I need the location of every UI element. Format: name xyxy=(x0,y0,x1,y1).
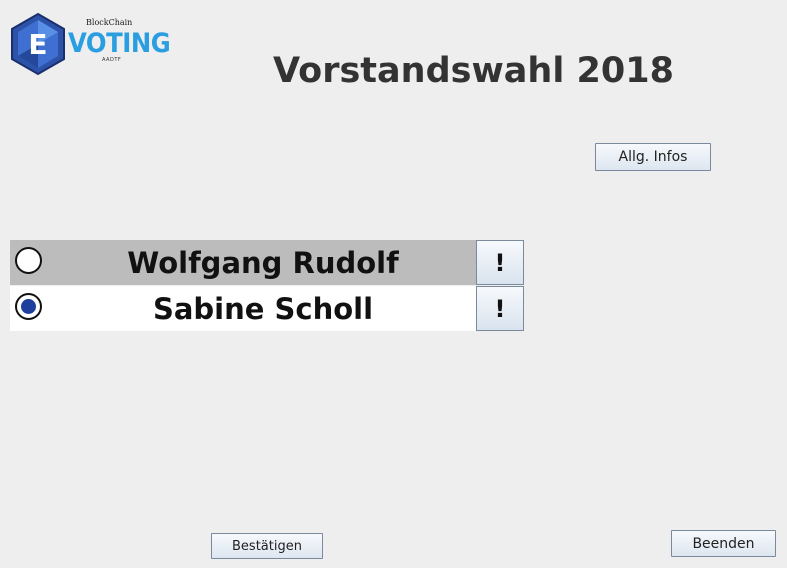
radio-button-unselected[interactable] xyxy=(15,247,42,274)
candidate-name: Wolfgang Rudolf xyxy=(127,245,399,280)
confirm-button[interactable]: Bestätigen xyxy=(211,533,323,559)
general-info-button[interactable]: Allg. Infos xyxy=(595,143,711,171)
candidate-info-button[interactable]: ! xyxy=(476,286,524,331)
radio-button-selected[interactable] xyxy=(15,293,42,320)
candidate-row[interactable]: Sabine Scholl xyxy=(10,286,476,331)
radio-selected-dot-icon xyxy=(20,298,36,314)
logo-word: VOTING xyxy=(68,28,171,59)
candidate-info-button[interactable]: ! xyxy=(476,240,524,285)
logo: E BlockChain VOTING AADTF xyxy=(8,12,171,76)
end-button[interactable]: Beenden xyxy=(671,530,776,557)
page-title: Vorstandswahl 2018 xyxy=(273,51,674,91)
logo-blockchain-text: BlockChain xyxy=(86,18,133,27)
logo-sub-text: AADTF xyxy=(102,57,122,63)
candidate-row[interactable]: Wolfgang Rudolf xyxy=(10,240,476,285)
candidate-name: Sabine Scholl xyxy=(152,291,374,326)
logo-hexagon-icon: E xyxy=(11,12,65,76)
logo-letter: E xyxy=(28,28,47,61)
